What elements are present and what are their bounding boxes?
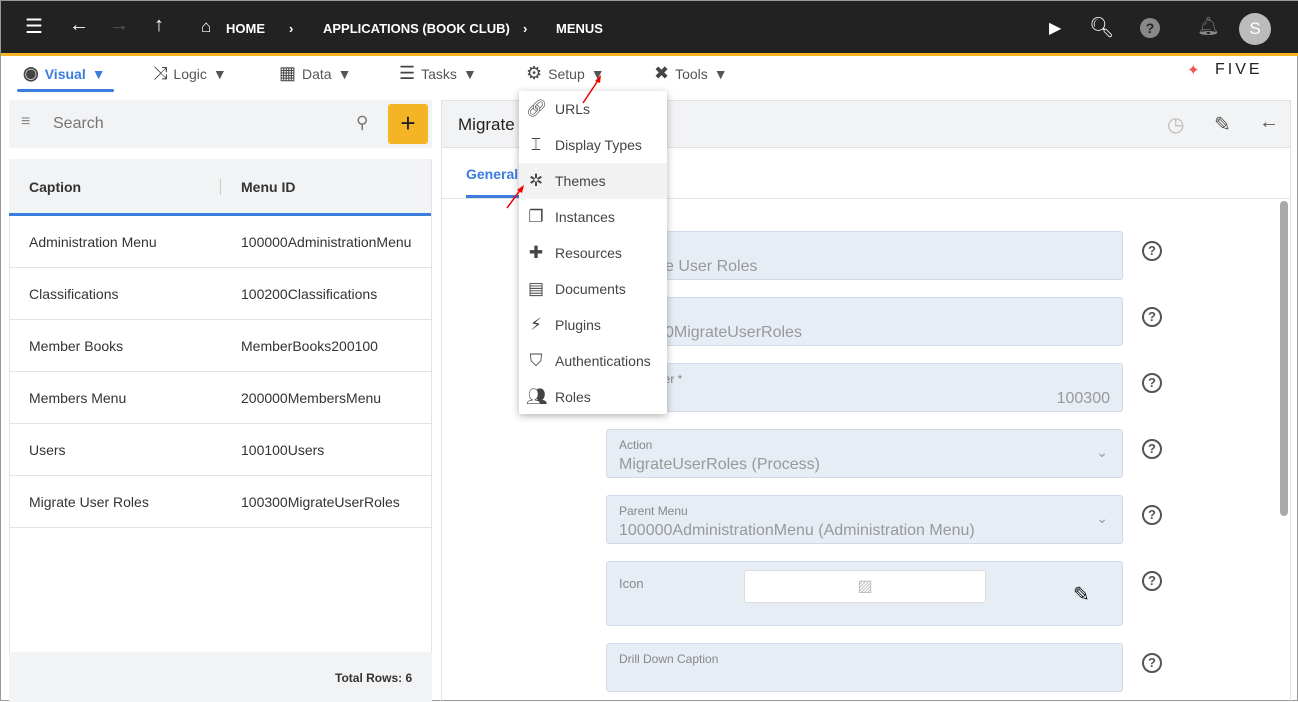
cell-menu-id: MemberBooks200100 [241,338,378,354]
column-divider [220,179,221,195]
field-value: 100300 [1056,390,1110,407]
help-icon[interactable]: ? [1142,373,1162,393]
edit-icon[interactable]: ✎ [1214,112,1231,137]
field-label: Parent Menu [619,504,688,518]
table-row[interactable]: Members Menu 200000MembersMenu [9,372,432,424]
eye-icon: ◉ [23,63,39,83]
back-arrow-icon[interactable]: ← [1259,111,1279,134]
cell-menu-id: 100300MigrateUserRoles [241,494,400,510]
active-tab-indicator [17,89,114,92]
form-field[interactable]: der * 100300 [606,363,1123,412]
forward-icon[interactable]: → [109,14,129,37]
cell-menu-id: 100000AdministrationMenu [241,234,412,250]
menu-item-authentications[interactable]: ⛉ Authentications [519,343,667,379]
field-label: Action [619,438,653,452]
column-caption[interactable]: Caption [29,179,81,195]
bell-icon[interactable]: 🔔︎ [1197,16,1220,37]
form-field[interactable]: *0MigrateUserRoles [606,297,1123,346]
cell-menu-id: 100200Classifications [241,286,378,302]
help-icon[interactable]: ? [1142,653,1162,673]
search-icon[interactable]: ⚲ [356,113,368,133]
back-icon[interactable]: ← [69,14,89,37]
field-label: Icon [619,576,644,591]
menu-item-documents[interactable]: ▤ Documents [519,271,667,307]
play-icon[interactable]: ▶ [1049,18,1061,38]
five-logo: FIVE [1215,61,1263,78]
cell-caption: Member Books [29,338,124,354]
column-menu-id[interactable]: Menu ID [241,179,295,195]
cell-caption: Classifications [29,286,119,302]
image-placeholder-icon[interactable]: ▨ [744,570,986,603]
table-row[interactable]: Member Books MemberBooks200100 [9,320,432,372]
field-value: 0MigrateUserRoles [665,324,802,341]
accent-line [1,53,1298,56]
help-icon[interactable]: ? [1142,439,1162,459]
filter-icon[interactable]: ≡ [21,113,30,131]
field-label: Drill Down Caption [619,652,719,666]
cell-caption: Users [29,442,66,458]
form-field[interactable]: Parent Menu 100000AdministrationMenu (Adm… [606,495,1123,544]
divider [431,159,432,652]
chevron-down-icon[interactable]: ⌄ [1096,444,1108,461]
puzzle-icon: ✚ [528,243,544,262]
help-icon[interactable]: ? [1142,571,1162,591]
plug-icon: ⚡︎ [530,315,542,334]
search-run-icon[interactable]: 🔍︎ [1089,15,1114,40]
table-row[interactable]: Administration Menu 100000AdministrationM… [9,216,432,268]
add-button[interactable]: + [388,104,428,144]
cell-caption: Members Menu [29,390,127,406]
cell-menu-id: 200000MembersMenu [241,390,382,406]
table-row[interactable]: Users 100100Users [9,424,432,476]
menu-item-resources[interactable]: ✚ Resources [519,235,667,271]
form-field[interactable]: Action MigrateUserRoles (Process) ⌄ [606,429,1123,478]
menu-item-plugins[interactable]: ⚡︎ Plugins [519,307,667,343]
edit-icon-button[interactable]: ✎ [1073,582,1090,607]
menu-visual[interactable]: ◉ Visual ▼ [23,63,106,84]
chevron-right-icon: › [289,21,294,36]
menu-tasks[interactable]: ☰ Tasks ▼ [399,63,477,84]
checklist-icon: ☰ [399,63,416,83]
table-row[interactable]: Classifications 100200Classifications [9,268,432,320]
total-rows: Total Rows: 6 [335,671,413,685]
avatar[interactable]: S [1239,13,1271,45]
field-value: e User Roles [665,258,758,275]
form-field[interactable]: Icon ▨ ✎ [606,561,1123,626]
cell-caption: Migrate User Roles [29,494,149,510]
field-value: MigrateUserRoles (Process) [619,456,820,473]
chevron-down-icon[interactable]: ⌄ [1096,510,1108,527]
cell-caption: Administration Menu [29,234,157,250]
table-row[interactable]: Migrate User Roles 100300MigrateUserRoles [9,476,432,528]
history-icon[interactable]: ◷ [1167,112,1184,137]
search-input[interactable] [53,109,343,139]
field-value: 100000AdministrationMenu (Administration… [619,522,975,539]
help-icon[interactable]: ? [1142,505,1162,525]
breadcrumb-home[interactable]: HOME [226,21,265,36]
menu-item-roles[interactable]: 👥︎ Roles [519,379,667,415]
help-icon[interactable]: ? [1140,18,1160,38]
menu-tools[interactable]: ✖ Tools ▼ [654,63,728,84]
breadcrumb-menus[interactable]: MENUS [556,21,603,36]
shield-icon: ⛉ [529,351,543,370]
people-icon: 👥︎ [526,387,548,406]
cell-menu-id: 100100Users [241,442,325,458]
up-icon[interactable]: ↑ [154,14,164,37]
table-icon: ▦ [279,63,297,83]
help-icon[interactable]: ? [1142,307,1162,327]
document-icon: ▤ [527,279,545,298]
form-field[interactable]: Drill Down Caption [606,643,1123,692]
scrollbar[interactable] [1280,201,1288,516]
logic-icon: ⤨ [153,63,168,83]
form-field[interactable]: *e User Roles [606,231,1123,280]
menu-data[interactable]: ▦ Data ▼ [279,63,351,84]
annotation-arrows [506,75,601,209]
home-icon: ⌂ [201,17,212,36]
five-logo-icon: ✦ [1187,62,1200,79]
hamburger-menu-icon[interactable]: ☰ [25,14,43,39]
help-icon[interactable]: ? [1142,241,1162,261]
divider [9,216,10,652]
breadcrumb-applications[interactable]: APPLICATIONS (BOOK CLUB) [323,21,510,36]
tools-icon: ✖ [654,63,670,83]
menu-logic[interactable]: ⤨ Logic ▼ [153,63,227,84]
chevron-right-icon: › [523,21,528,36]
